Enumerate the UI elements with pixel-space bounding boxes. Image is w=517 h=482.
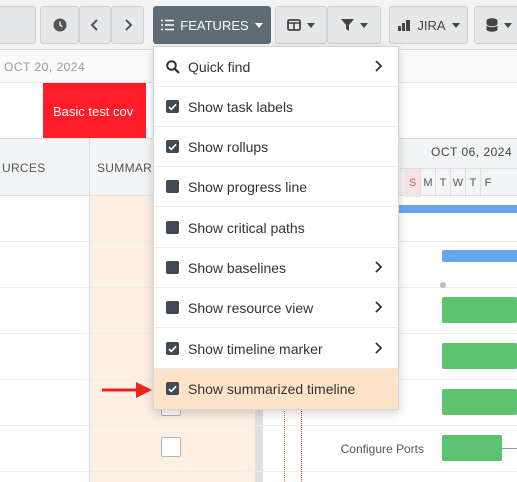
group-summary-bar[interactable] — [442, 250, 517, 262]
checkbox-checked-icon — [166, 100, 179, 113]
menu-item-label: Show baselines — [188, 260, 287, 276]
features-button[interactable]: FEATURES — [153, 6, 271, 44]
share-icon — [398, 19, 411, 31]
menu-item-label: Quick find — [188, 59, 251, 75]
history-button[interactable] — [40, 6, 79, 44]
features-dropdown-menu: Quick find Show task labels Show rollups… — [153, 46, 399, 410]
menu-item-label: Show timeline marker — [188, 341, 323, 357]
summary-bar[interactable] — [399, 205, 517, 213]
dependency-line — [502, 448, 517, 449]
timeline-task-label: Basic test cov — [53, 104, 134, 119]
dependency-dot — [440, 282, 446, 288]
toolbar-left-button[interactable] — [0, 6, 36, 44]
column-header-summary[interactable]: SUMMAR — [97, 139, 152, 197]
nav-next-button[interactable] — [111, 6, 144, 44]
jira-button[interactable]: JIRA — [389, 6, 468, 44]
chevron-left-icon — [90, 19, 98, 31]
gantt-week-label: OCT 06, 2024 — [431, 145, 513, 159]
gantt-day-row: S M T W T F — [400, 168, 517, 197]
menu-item-show-task-labels[interactable]: Show task labels — [154, 87, 398, 127]
timeline-start-date: OCT 20, 2024 — [4, 60, 86, 74]
menu-item-label: Show resource view — [188, 300, 314, 316]
toolbar: FEATURES JIRA — [0, 0, 517, 50]
caret-down-icon — [504, 22, 512, 28]
checkbox-unchecked-icon — [166, 261, 179, 274]
caret-down-icon — [307, 22, 315, 28]
chevron-right-icon — [375, 60, 383, 72]
checkbox-checked-icon — [166, 342, 179, 355]
row-checkbox[interactable] — [161, 437, 181, 457]
day-label: W — [450, 169, 465, 197]
caret-down-icon — [359, 22, 368, 28]
filter-button[interactable] — [327, 6, 381, 44]
timeline-task-bar[interactable]: Basic test cov — [43, 83, 146, 138]
caret-down-icon — [451, 22, 460, 28]
gantt-task-bar[interactable] — [442, 389, 517, 415]
annotation-arrow-icon — [102, 382, 152, 398]
filter-icon — [340, 19, 354, 31]
checkbox-checked-icon — [166, 382, 179, 395]
menu-item-label: Show task labels — [188, 99, 294, 115]
menu-item-show-progress-line[interactable]: Show progress line — [154, 167, 398, 207]
chevron-right-icon — [375, 301, 383, 313]
checkbox-unchecked-icon — [166, 221, 179, 234]
day-label: T — [465, 169, 480, 197]
database-button[interactable] — [474, 6, 517, 44]
column-header-summary-label: SUMMAR — [97, 161, 153, 175]
chevron-right-icon — [375, 261, 383, 273]
checkbox-unchecked-icon — [166, 180, 179, 193]
list-icon — [161, 19, 175, 31]
menu-item-label: Show rollups — [188, 139, 269, 155]
clock-icon — [53, 18, 66, 32]
checkbox-checked-icon — [166, 140, 179, 153]
menu-item-show-rollups[interactable]: Show rollups — [154, 127, 398, 167]
gantt-task-bar[interactable] — [442, 343, 517, 369]
day-label: M — [420, 169, 435, 197]
gantt-task-bar[interactable] — [442, 297, 517, 323]
features-button-label: FEATURES — [180, 17, 249, 33]
menu-item-show-timeline-marker[interactable]: Show timeline marker — [154, 329, 398, 369]
menu-item-label: Show summarized timeline — [188, 381, 356, 397]
view-button[interactable] — [275, 6, 327, 44]
menu-item-show-summarized-timeline[interactable]: Show summarized timeline — [154, 369, 398, 409]
checkbox-unchecked-icon — [166, 301, 179, 314]
menu-item-show-resource-view[interactable]: Show resource view — [154, 288, 398, 328]
day-label: S — [405, 169, 420, 197]
day-label: T — [435, 169, 450, 197]
gantt-task-label: Configure Ports — [340, 442, 424, 456]
menu-item-show-baselines[interactable]: Show baselines — [154, 248, 398, 288]
menu-item-show-critical-paths[interactable]: Show critical paths — [154, 208, 398, 248]
columns-icon — [287, 19, 301, 31]
jira-button-label: JIRA — [417, 17, 446, 33]
column-header-resources-label: URCES — [2, 161, 46, 175]
menu-item-label: Show critical paths — [188, 220, 305, 236]
column-header-resources[interactable]: URCES — [2, 139, 46, 197]
gantt-task-bar[interactable] — [442, 435, 502, 461]
chevron-right-icon — [124, 19, 132, 31]
database-icon — [486, 18, 498, 32]
day-label: F — [480, 169, 495, 197]
caret-down-icon — [254, 22, 263, 28]
menu-item-quick-find[interactable]: Quick find — [154, 47, 398, 87]
search-icon — [166, 60, 180, 74]
menu-item-label: Show progress line — [188, 179, 308, 195]
nav-prev-button[interactable] — [79, 6, 111, 44]
chevron-right-icon — [375, 342, 383, 354]
